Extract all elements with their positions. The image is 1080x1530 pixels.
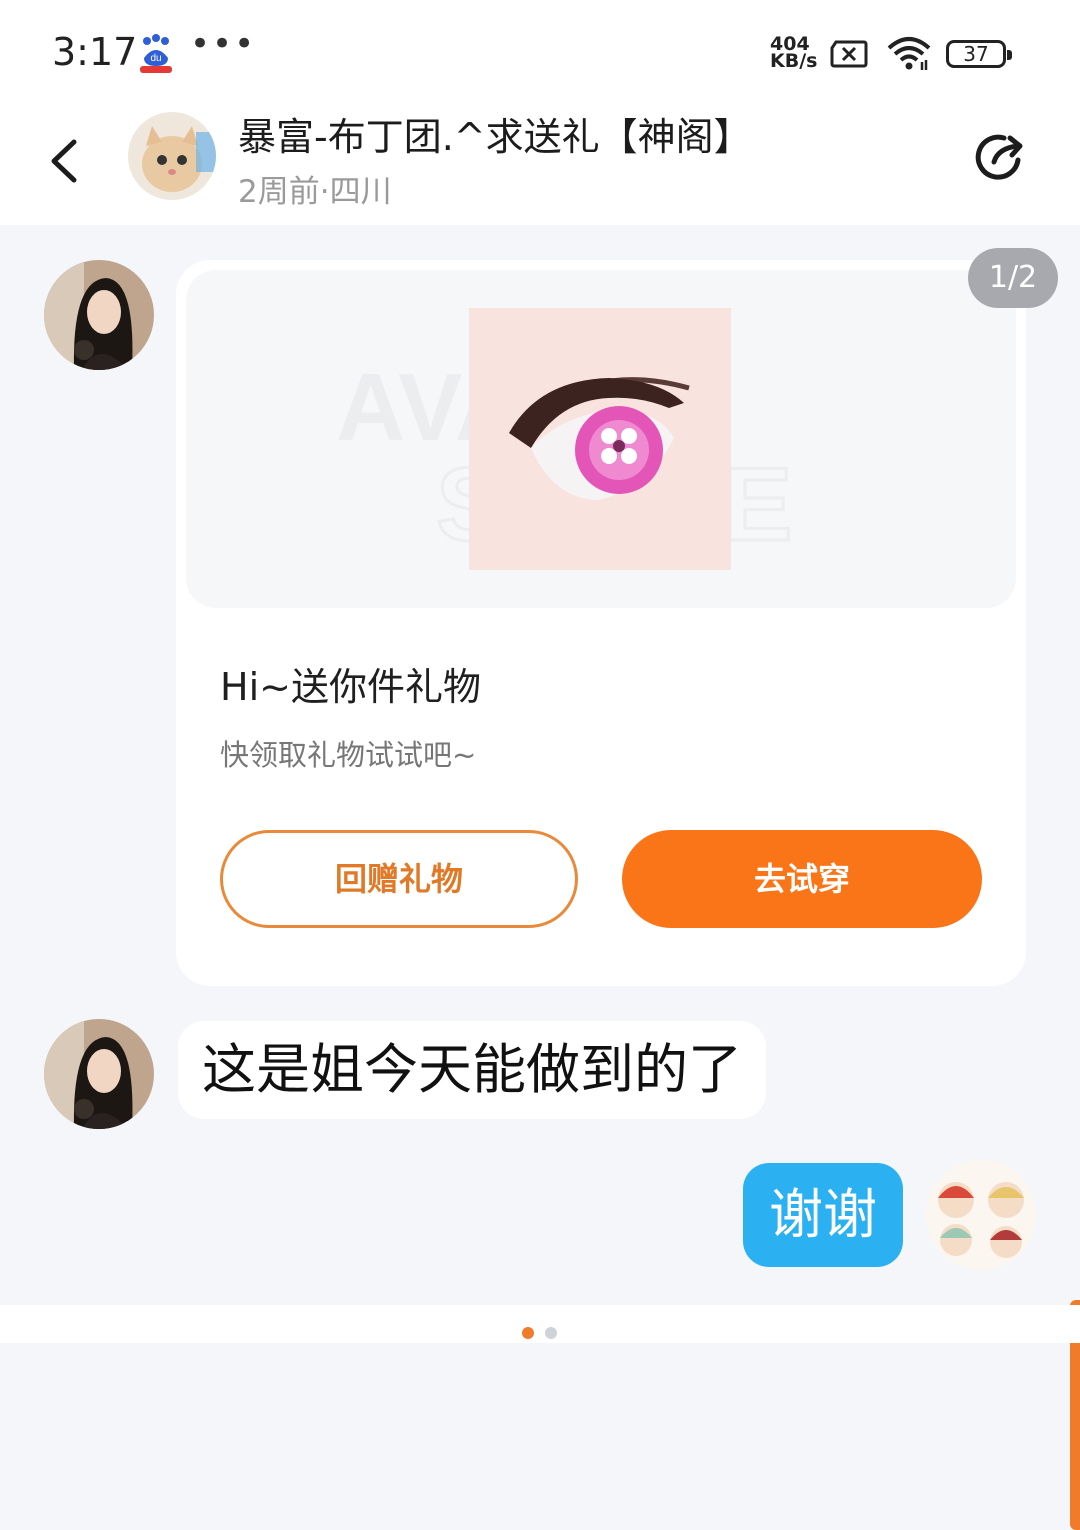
try-on-button[interactable]: 去试穿 [622, 830, 982, 928]
status-bar: 3:17 du ••• 404 KB/s 37 [0, 0, 1080, 100]
speed-unit: KB/s [770, 50, 818, 72]
more-dots-icon: ••• [190, 24, 257, 64]
contact-avatar[interactable] [128, 112, 216, 200]
my-avatar[interactable] [926, 1160, 1036, 1270]
network-speed: 404 KB/s [770, 35, 818, 72]
sim-no-signal-icon [830, 40, 868, 68]
pager-dot-active[interactable] [522, 1327, 534, 1339]
chevron-left-icon[interactable] [44, 136, 84, 186]
gift-preview[interactable]: AVATAR STORE [186, 270, 1016, 608]
anime-eye-image [469, 308, 731, 570]
battery-icon: 37 [946, 40, 1012, 68]
return-gift-button[interactable]: 回赠礼物 [220, 830, 578, 928]
status-time: 3:17 [52, 30, 138, 74]
sender-avatar[interactable] [44, 260, 154, 370]
chat-title: 暴富-布丁团.^求送礼【神阁】 [238, 115, 752, 159]
gift-title: Hi~送你件礼物 [220, 665, 481, 709]
bottom-bar [0, 1305, 1080, 1343]
svg-text:du: du [150, 53, 161, 64]
wifi-icon [887, 37, 931, 70]
chat-subtitle: 2周前·四川 [238, 174, 392, 210]
chat-area[interactable]: AVATAR STORE Hi~送你件礼物 快领取礼物试试吧~ 回赠礼物 去试穿… [0, 225, 1080, 1530]
received-message-bubble[interactable]: 这是姐今天能做到的了 [178, 1021, 766, 1119]
gift-subtitle: 快领取礼物试试吧~ [220, 738, 477, 772]
chat-header: 暴富-布丁团.^求送礼【神阁】 2周前·四川 [0, 100, 1080, 225]
baidu-app-icon: du [140, 34, 172, 73]
share-icon[interactable] [974, 130, 1030, 186]
sender-avatar[interactable] [44, 1019, 154, 1129]
sent-message-bubble[interactable]: 谢谢 [743, 1163, 903, 1267]
page-indicator: 1/2 [968, 248, 1058, 308]
pager-dot[interactable] [545, 1327, 557, 1339]
gift-card[interactable]: AVATAR STORE Hi~送你件礼物 快领取礼物试试吧~ 回赠礼物 去试穿 [176, 260, 1026, 986]
